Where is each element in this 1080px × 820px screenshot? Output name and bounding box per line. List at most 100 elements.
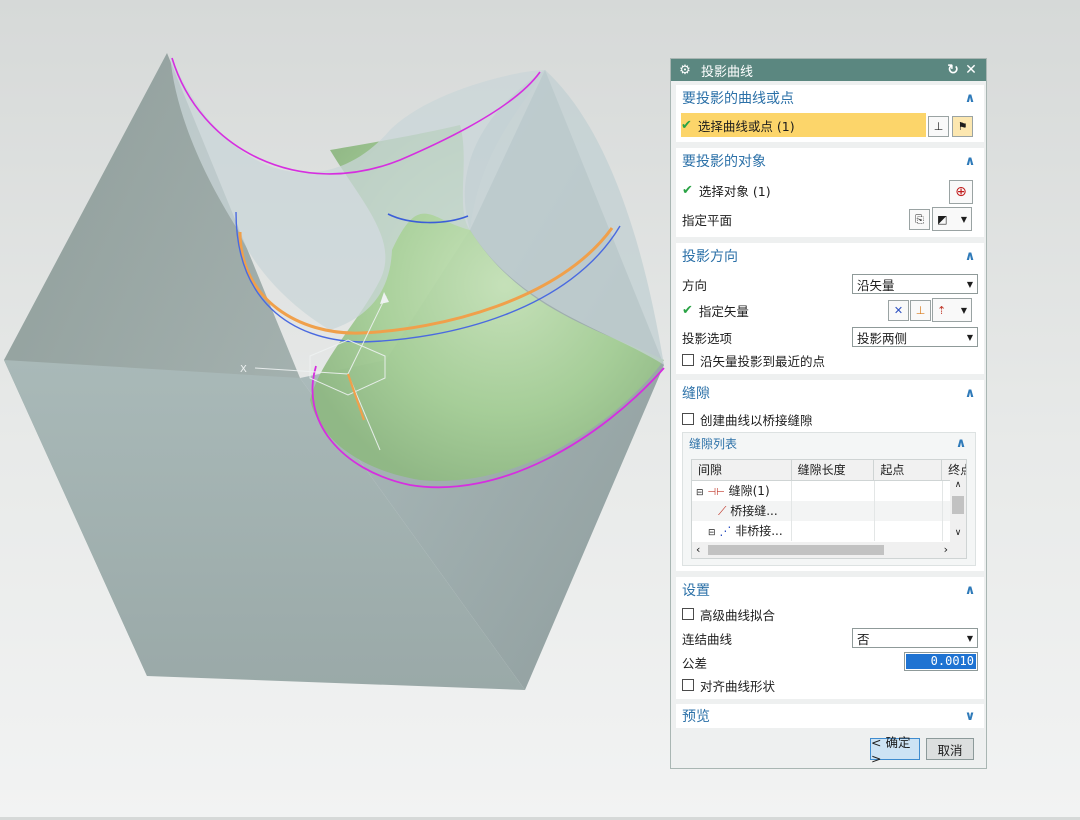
section-settings-header[interactable]: 设置 ∧	[676, 577, 984, 603]
cancel-button[interactable]: 取消	[926, 738, 974, 760]
select-curve-label: 选择曲线或点 (1)	[697, 118, 795, 134]
bridge-line-icon: ⟋	[718, 504, 727, 518]
select-object-label: 选择对象 (1)	[698, 183, 771, 199]
advanced-fit-row[interactable]: 高级曲线拟合	[682, 602, 978, 626]
chevron-up-icon[interactable]: ∧	[962, 154, 978, 169]
gap-row-label: 缝隙(1)	[728, 484, 770, 498]
align-shape-row[interactable]: 对齐曲线形状	[682, 673, 978, 697]
section-gaps-header[interactable]: 缝隙 ∧	[676, 380, 984, 406]
align-shape-checkbox[interactable]	[682, 679, 694, 691]
reverse-direction-icon[interactable]: ✕	[888, 300, 909, 321]
select-curve-row[interactable]: ✔ 选择曲线或点 (1)	[681, 113, 926, 137]
vector-dropdown[interactable]: ⇡ ▼	[932, 298, 972, 322]
gap-list-panel: 缝隙列表 ∧ 间隙 缝隙长度 起点 终点 ⊟ ⊣⊢ 缝隙(1)	[682, 432, 976, 566]
section-objects-title: 要投影的对象	[682, 154, 766, 170]
section-curves-header[interactable]: 要投影的曲线或点 ∧	[676, 85, 984, 111]
projection-options-label: 投影选项	[682, 330, 733, 346]
gap-row-label: 非桥接...	[735, 524, 783, 538]
check-icon: ✔	[681, 117, 692, 133]
section-curves-title: 要投影的曲线或点	[682, 91, 794, 107]
table-cell	[875, 501, 943, 521]
projection-options-select[interactable]: 投影两侧 ▼	[852, 327, 978, 347]
tree-cell: ⊟ ⊣⊢ 缝隙(1)	[692, 481, 792, 501]
specify-vector-label: 指定矢量	[698, 303, 749, 319]
tree-cell: ⊟ ⋰ 非桥接...	[692, 521, 792, 541]
table-cell	[792, 521, 875, 541]
chevron-up-icon[interactable]: ∧	[962, 386, 978, 401]
column-header[interactable]: 起点	[874, 460, 943, 480]
curve-rule-icon[interactable]: ⊥	[928, 116, 949, 137]
table-cell	[792, 481, 875, 501]
horizontal-scrollbar[interactable]: ‹ ›	[692, 542, 966, 558]
direction-value: 沿矢量	[857, 277, 895, 293]
caret-down-icon: ▼	[966, 633, 974, 643]
dialog-titlebar: ⚙ 投影曲线 ↻ ✕	[671, 59, 986, 81]
ok-button[interactable]: < 确定 >	[870, 735, 920, 766]
model-view[interactable]: X	[0, 0, 665, 817]
section-settings: 设置 ∧ 高级曲线拟合 连结曲线 否 ▼ 公差 0.0010 对齐曲线形状	[676, 577, 984, 699]
bridge-gap-checkbox[interactable]	[682, 413, 694, 425]
scroll-thumb[interactable]	[708, 545, 884, 555]
section-gaps-title: 缝隙	[682, 386, 710, 402]
chevron-up-icon[interactable]: ∧	[962, 583, 978, 598]
column-header[interactable]: 缝隙长度	[792, 460, 875, 480]
collapse-icon[interactable]: ⊟	[696, 488, 704, 498]
vertical-scrollbar[interactable]: ∧ ∨	[950, 480, 966, 542]
table-row[interactable]: ⊟ ⋰ 非桥接...	[692, 521, 966, 541]
plane-dropdown[interactable]: ◩ ▼	[932, 207, 972, 231]
advanced-fit-checkbox[interactable]	[682, 608, 694, 620]
scroll-left-icon[interactable]: ‹	[696, 542, 700, 558]
table-row[interactable]: ⟋ 桥接缝...	[692, 501, 966, 521]
section-objects-header[interactable]: 要投影的对象 ∧	[676, 148, 984, 174]
crosshair-icon[interactable]: ⊕	[949, 180, 973, 204]
close-icon[interactable]: ✕	[962, 62, 980, 78]
reset-icon[interactable]: ↻	[944, 62, 962, 78]
direction-select[interactable]: 沿矢量 ▼	[852, 274, 978, 294]
tolerance-input[interactable]: 0.0010	[904, 652, 978, 671]
column-header[interactable]: 间隙	[692, 460, 792, 480]
nearest-point-checkbox[interactable]	[682, 354, 694, 366]
join-curves-select[interactable]: 否 ▼	[852, 628, 978, 648]
chevron-up-icon[interactable]: ∧	[962, 91, 978, 106]
collapse-icon[interactable]: ⊟	[708, 528, 716, 538]
gap-table: 间隙 缝隙长度 起点 终点 ⊟ ⊣⊢ 缝隙(1) ⟋	[691, 459, 967, 559]
table-row[interactable]: ⊟ ⊣⊢ 缝隙(1)	[692, 481, 966, 501]
chevron-up-icon[interactable]: ∧	[962, 249, 978, 264]
chevron-down-icon[interactable]: ∨	[962, 709, 978, 724]
gap-list-header[interactable]: 缝隙列表 ∧	[683, 433, 975, 453]
scroll-down-icon[interactable]: ∨	[950, 528, 966, 542]
caret-down-icon: ▼	[960, 214, 967, 224]
chevron-up-icon[interactable]: ∧	[953, 436, 969, 451]
plane-icon: ◩	[937, 212, 948, 226]
scroll-up-icon[interactable]: ∧	[950, 480, 966, 494]
bridge-gap-label: 创建曲线以桥接缝隙	[700, 412, 813, 428]
align-shape-label: 对齐曲线形状	[700, 678, 776, 694]
caret-down-icon: ▼	[966, 332, 974, 342]
plane-dialog-icon[interactable]: ⎘	[909, 209, 930, 230]
bridge-gap-row[interactable]: 创建曲线以桥接缝隙	[682, 407, 978, 431]
section-preview-header[interactable]: 预览 ∨	[676, 704, 984, 728]
section-objects: 要投影的对象 ∧ ✔ 选择对象 (1) ⊕ 指定平面 ⎘ ◩ ▼	[676, 148, 984, 237]
column-header[interactable]: 终点	[942, 460, 966, 480]
select-object-row[interactable]: ✔ 选择对象 (1)	[682, 178, 978, 202]
scroll-right-icon[interactable]: ›	[944, 542, 948, 558]
section-direction-header[interactable]: 投影方向 ∧	[676, 243, 984, 269]
gap-list-title: 缝隙列表	[689, 436, 738, 451]
table-cell	[792, 501, 875, 521]
caret-down-icon: ▼	[966, 279, 974, 289]
check-icon: ✔	[682, 302, 693, 318]
advanced-fit-label: 高级曲线拟合	[700, 607, 776, 623]
sketch-section-icon[interactable]: ⚑	[952, 116, 973, 137]
gap-table-header: 间隙 缝隙长度 起点 终点	[692, 460, 966, 481]
tolerance-label: 公差	[682, 655, 708, 671]
vector-dialog-icon[interactable]: ⊥	[910, 300, 931, 321]
join-curves-value: 否	[857, 631, 870, 647]
scroll-thumb[interactable]	[952, 496, 964, 514]
tolerance-value: 0.0010	[906, 654, 976, 669]
projection-options-value: 投影两侧	[857, 330, 908, 346]
graphics-viewport[interactable]: X	[0, 0, 665, 817]
section-settings-title: 设置	[682, 583, 710, 599]
gear-icon[interactable]: ⚙	[677, 63, 693, 78]
non-bridge-line-icon: ⋰	[719, 524, 732, 538]
nearest-point-row[interactable]: 沿矢量投影到最近的点	[682, 348, 978, 372]
